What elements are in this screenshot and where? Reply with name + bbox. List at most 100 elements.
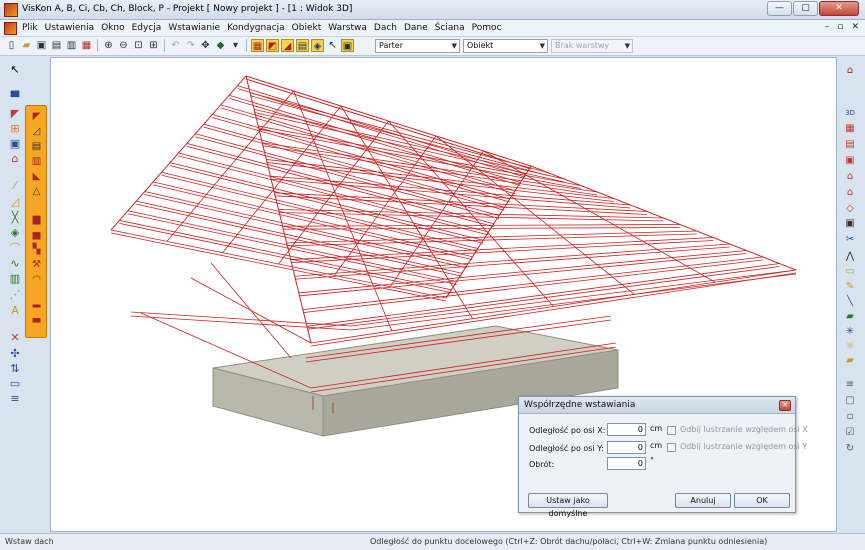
nodes-icon[interactable]: ⋀ — [843, 250, 857, 264]
copy-icon[interactable]: ⇅ — [8, 362, 22, 376]
menu-item[interactable]: Ściana — [435, 23, 465, 33]
checkbox-icon[interactable]: ☑ — [843, 426, 857, 440]
window-element-icon[interactable]: ⊞ — [8, 122, 22, 136]
save-all-icon[interactable]: ▤ — [50, 39, 63, 52]
wall-mode-icon[interactable]: ◩ — [266, 39, 279, 52]
redo-icon[interactable]: ↷ — [184, 39, 197, 52]
blank-page-icon[interactable]: ▢ — [843, 394, 857, 408]
floor-select[interactable]: Parter ▼ — [375, 39, 460, 53]
zoom-window-icon[interactable]: ⊡ — [132, 39, 145, 52]
list-icon[interactable]: ≡ — [843, 378, 857, 392]
door-element-icon[interactable]: ▣ — [8, 137, 22, 151]
delete-icon[interactable]: ✕ — [8, 331, 22, 345]
render-icon[interactable]: ◈ — [311, 39, 324, 52]
roof-tile-icon[interactable]: ▃ — [30, 311, 43, 324]
light-icon[interactable]: ☼ — [843, 340, 857, 354]
menu-item[interactable]: Edycja — [132, 23, 162, 33]
roof-corner-icon[interactable]: ◤ — [30, 110, 43, 123]
menu-item[interactable]: Okno — [101, 23, 125, 33]
properties-icon[interactable]: ▣ — [341, 39, 354, 52]
roof-mansard-icon[interactable]: ▅ — [30, 228, 43, 241]
pencil-icon[interactable]: ✎ — [843, 280, 857, 294]
text-tool-icon[interactable]: A — [8, 304, 22, 318]
layer-select[interactable]: Brak warstwy ▼ — [551, 39, 633, 53]
mirror-y-checkbox[interactable] — [667, 443, 676, 452]
object-select[interactable]: Obiekt ▼ — [463, 39, 548, 53]
menu-item[interactable]: Obiekt — [292, 23, 322, 33]
roof-outline-icon[interactable]: ⌂ — [843, 186, 857, 200]
pointer-icon[interactable]: ↖ — [8, 63, 22, 77]
roof-mode-icon[interactable]: ◢ — [281, 39, 294, 52]
menu-item[interactable]: Kondygnacja — [227, 23, 285, 33]
view-3d-icon[interactable]: 3D — [843, 106, 857, 120]
open-folder-icon[interactable]: ▰ — [20, 39, 33, 52]
roof-hip-icon[interactable]: ◣ — [30, 170, 43, 183]
layers-stack-icon[interactable]: ≡ — [8, 392, 22, 406]
mdi-close-button[interactable]: ✕ — [851, 22, 859, 32]
print-icon[interactable]: ▦ — [80, 39, 93, 52]
ok-button[interactable]: OK — [734, 493, 790, 508]
measure-icon[interactable]: ▭ — [8, 377, 22, 391]
save-icon[interactable]: ▣ — [35, 39, 48, 52]
menu-item[interactable]: Wstawianie — [168, 23, 220, 33]
mirror-x-checkbox[interactable] — [667, 426, 676, 435]
document-icon[interactable] — [4, 22, 17, 35]
minimize-button[interactable]: — — [767, 1, 792, 16]
pan-icon[interactable]: ✥ — [199, 39, 212, 52]
view-dropdown-icon[interactable]: ▾ — [229, 39, 242, 52]
page-icon[interactable]: ▫ — [843, 410, 857, 424]
cancel-button[interactable]: Anuluj — [675, 493, 731, 508]
zoom-in-icon[interactable]: ⊕ — [102, 39, 115, 52]
dialog-close-button[interactable]: ✕ — [779, 400, 791, 411]
cube-view-icon[interactable]: ◆ — [214, 39, 227, 52]
section-view-icon[interactable]: ▤ — [843, 138, 857, 152]
grid-icon[interactable]: ▥ — [8, 272, 22, 286]
x-offset-input[interactable]: 0 — [607, 423, 646, 436]
menu-item[interactable]: Ustawienia — [45, 23, 94, 33]
roof-valley-icon[interactable]: ▚ — [30, 243, 43, 256]
house-view-icon[interactable]: ⌂ — [843, 64, 857, 78]
tools-icon[interactable]: ✂ — [843, 233, 857, 247]
zoom-out-icon[interactable]: ⊖ — [117, 39, 130, 52]
elevation-view-icon[interactable]: ▦ — [843, 122, 857, 136]
wall-icon[interactable]: ▀ — [8, 91, 22, 105]
stairs-icon[interactable]: ◿ — [8, 195, 22, 209]
move-icon[interactable]: ✣ — [8, 347, 22, 361]
roof-shed-icon[interactable]: ▆ — [30, 213, 43, 226]
roof-dormer-icon[interactable]: △ — [30, 185, 43, 198]
rectangle-icon[interactable]: ▭ — [843, 265, 857, 279]
axis-icon[interactable]: ✳ — [843, 325, 857, 339]
grid-toggle-icon[interactable]: ▦ — [251, 39, 264, 52]
plane-icon[interactable]: ▰ — [843, 310, 857, 324]
frame-icon[interactable]: ▣ — [843, 217, 857, 231]
roof-truss-icon[interactable]: ▤ — [30, 140, 43, 153]
roof-view-icon[interactable]: ⌂ — [843, 170, 857, 184]
close-button[interactable]: ✕ — [819, 1, 859, 16]
mdi-restore-button[interactable]: ▫ — [837, 22, 843, 32]
print-preview-icon[interactable]: ▥ — [65, 39, 78, 52]
column-icon[interactable]: ╳ — [8, 211, 22, 225]
corner-wall-icon[interactable]: ◤ — [8, 107, 22, 121]
zoom-all-icon[interactable]: ⊞ — [147, 39, 160, 52]
roof-gable-icon[interactable]: ▥ — [30, 155, 43, 168]
select-arrow-icon[interactable]: ↖ — [326, 39, 339, 52]
set-default-button[interactable]: Ustaw jako domyślne — [528, 493, 608, 518]
arc-icon[interactable]: ⌒ — [8, 242, 22, 256]
dashed-line-icon[interactable]: ⋰ — [8, 288, 22, 302]
undo-icon[interactable]: ↶ — [169, 39, 182, 52]
layers-icon[interactable]: ▤ — [296, 39, 309, 52]
menu-item[interactable]: Dach — [374, 23, 397, 33]
menu-item[interactable]: Warstwa — [328, 23, 367, 33]
beam-icon[interactable]: ⁄ — [8, 179, 22, 193]
cube-icon[interactable]: ◈ — [8, 226, 22, 240]
roof-rafter-icon[interactable]: ◿ — [30, 125, 43, 138]
folder-open-icon[interactable]: ▰ — [843, 354, 857, 368]
refresh-icon[interactable]: ↻ — [843, 442, 857, 456]
menu-item[interactable]: Plik — [22, 23, 38, 33]
menu-item[interactable]: Pomoc — [472, 23, 502, 33]
house-icon[interactable]: ⌂ — [8, 152, 22, 166]
rotation-input[interactable]: 0 — [607, 457, 646, 470]
eraser-icon[interactable]: ◇ — [843, 202, 857, 216]
roof-arch-icon[interactable]: ◠ — [30, 273, 43, 286]
maximize-button[interactable]: ▢ — [793, 1, 818, 16]
